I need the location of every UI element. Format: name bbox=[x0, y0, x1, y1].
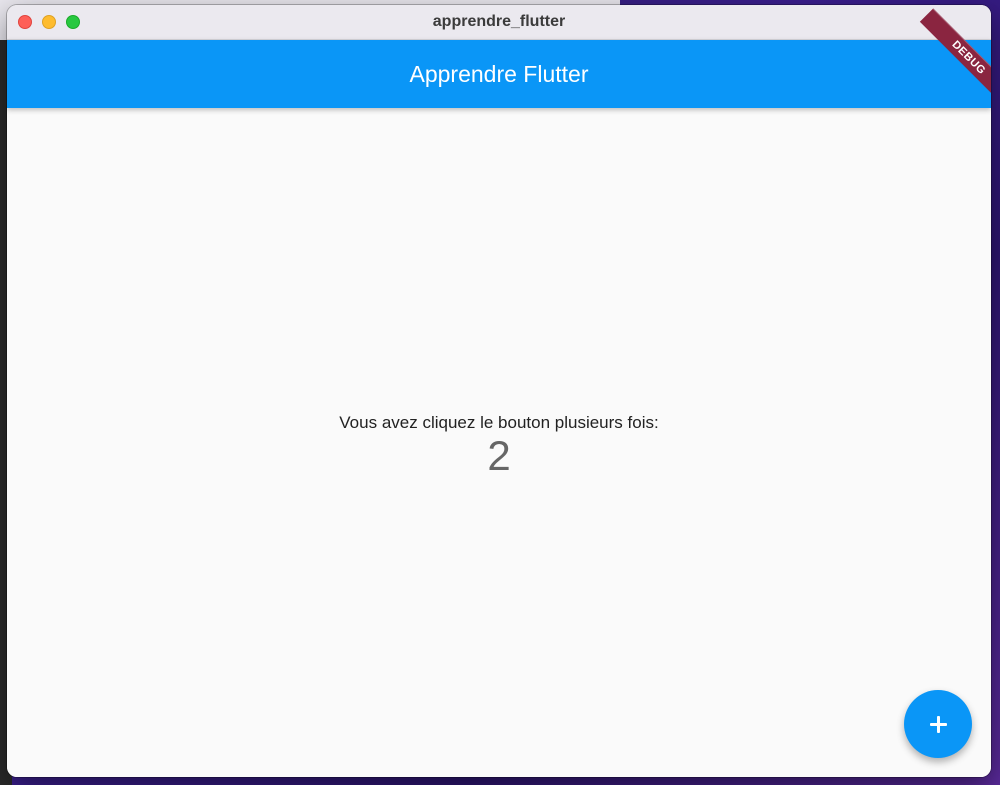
app-bar-title: Apprendre Flutter bbox=[409, 61, 589, 87]
plus-icon-vertical-bar bbox=[937, 716, 940, 733]
app-window: apprendre_flutter Apprendre Flutter DEBU… bbox=[7, 5, 991, 777]
window-titlebar[interactable]: apprendre_flutter bbox=[7, 5, 991, 40]
counter-value: 2 bbox=[487, 432, 511, 479]
increment-button[interactable] bbox=[904, 690, 972, 758]
main-content: Vous avez cliquez le bouton plusieurs fo… bbox=[7, 108, 991, 777]
counter-label: Vous avez cliquez le bouton plusieurs fo… bbox=[339, 413, 659, 432]
app-bar: Apprendre Flutter DEBUG bbox=[7, 8, 991, 108]
window-title: apprendre_flutter bbox=[432, 13, 566, 30]
